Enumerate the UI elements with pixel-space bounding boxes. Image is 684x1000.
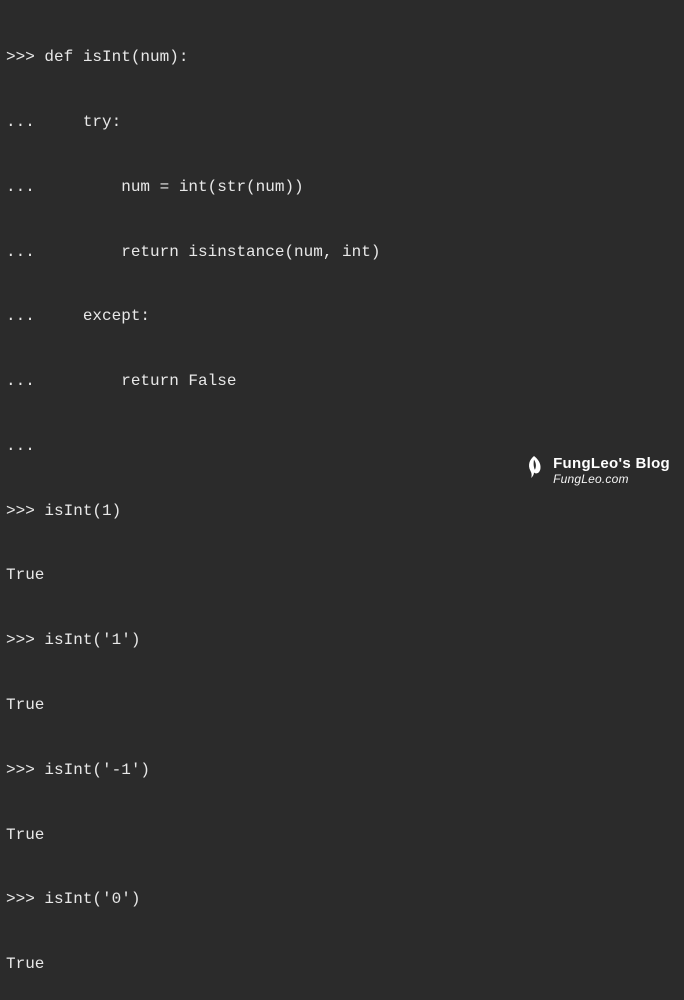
watermark-text: FungLeo's Blog FungLeo.com xyxy=(553,456,670,486)
code-line: >>> isInt('-1') xyxy=(6,760,678,782)
output-line: True xyxy=(6,825,678,847)
watermark-title: FungLeo's Blog xyxy=(553,456,670,473)
code-line: ... try: xyxy=(6,112,678,134)
code-line: >>> isInt(1) xyxy=(6,501,678,523)
watermark-subtitle: FungLeo.com xyxy=(553,473,670,486)
code-line: ... return isinstance(num, int) xyxy=(6,242,678,264)
output-line: True xyxy=(6,565,678,587)
leaf-icon xyxy=(523,454,545,488)
output-line: True xyxy=(6,954,678,976)
code-line: >>> isInt('0') xyxy=(6,889,678,911)
code-line: ... num = int(str(num)) xyxy=(6,177,678,199)
output-line: True xyxy=(6,695,678,717)
watermark: FungLeo's Blog FungLeo.com xyxy=(523,454,670,488)
code-line: ... except: xyxy=(6,306,678,328)
code-line: >>> isInt('1') xyxy=(6,630,678,652)
code-line: ... return False xyxy=(6,371,678,393)
code-line: >>> def isInt(num): xyxy=(6,47,678,69)
python-repl-terminal[interactable]: >>> def isInt(num): ... try: ... num = i… xyxy=(6,4,678,1000)
